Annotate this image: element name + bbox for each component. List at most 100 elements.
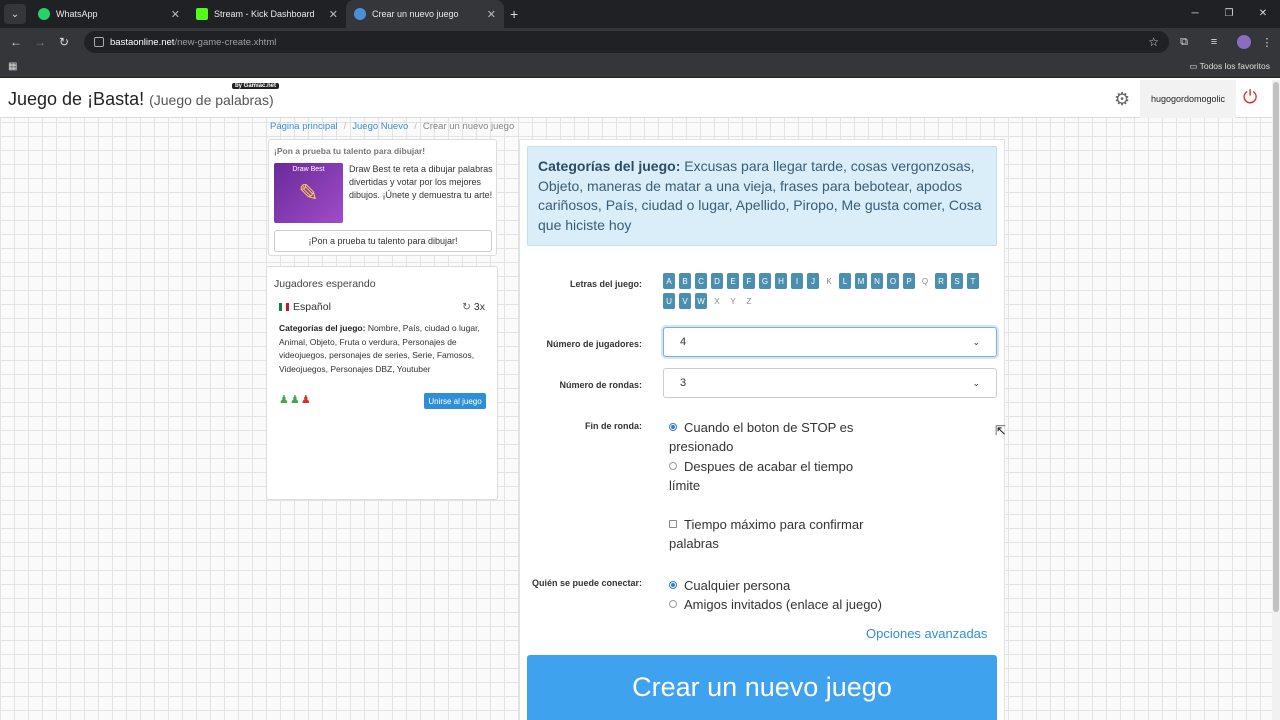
close-tab-icon[interactable]: ✕ [487,8,496,21]
letter-toggle-m[interactable]: M [855,273,867,289]
letter-toggle-h[interactable]: H [775,273,787,289]
rounds-select[interactable]: 3 ⌄ [663,368,997,398]
tab-kick-dashboard[interactable]: Stream - Kick Dashboard ✕ [188,0,346,28]
apps-grid-icon[interactable]: ▦ [8,61,17,72]
letter-toggle-l[interactable]: L [839,273,851,289]
player-joined-icon: ♟ [279,394,289,406]
letter-toggle-n[interactable]: N [871,273,883,289]
round-end-time-option[interactable]: Despues de acabar el tiempo límite [669,457,879,495]
settings-gear-icon[interactable]: ⚙ [1114,89,1130,110]
address-bar[interactable]: bastaonline.net/new-game-create.xhtml ☆ [84,31,1169,53]
restore-icon[interactable]: ❐ [1212,0,1246,28]
scrollbar-thumb[interactable] [1273,82,1279,612]
all-bookmarks-label: Todos los favoritos [1199,61,1270,71]
gamiac-badge[interactable]: by Gamiac.net [232,83,280,89]
radio-unselected[interactable] [669,462,677,470]
round-end-time-text: Despues de acabar el tiempo límite [669,459,854,493]
rounds-value: 3 [680,377,687,389]
letter-toggle-u[interactable]: U [663,293,675,309]
letter-toggle-y[interactable]: Y [727,293,739,309]
pencil-icon: ✎ [298,180,319,207]
letter-toggle-t[interactable]: T [967,273,979,289]
categories-label: Categorías del juego: [538,158,681,174]
profile-avatar[interactable] [1237,35,1251,49]
tab-whatsapp[interactable]: WhatsApp ✕ [30,0,188,28]
game-language: Español [293,301,331,313]
connect-friends-option[interactable]: Amigos invitados (enlace al juego) [669,595,882,614]
letter-toggle-z[interactable]: Z [743,293,755,309]
username: hugogordomogolic [1150,94,1226,104]
draw-best-image[interactable]: Draw Best ✎ [274,163,343,223]
letter-toggle-c[interactable]: C [695,273,707,289]
round-end-stop-text: Cuando el boton de STOP es presionado [669,420,854,454]
user-menu[interactable]: hugogordomogolic [1140,80,1236,118]
waiting-categories: Categorías del juego: Nombre, País, ciud… [279,322,489,376]
join-game-button[interactable]: Unirse al juego [424,393,486,409]
url-path: /new-game-create.xhtml [174,36,277,48]
player-empty-icon: ♟ [300,394,311,406]
radio-selected[interactable] [669,581,677,589]
round-end-stop-option[interactable]: Cuando el boton de STOP es presionado [669,418,879,456]
close-tab-icon[interactable]: ✕ [171,8,180,21]
site-brand[interactable]: Juego de ¡Basta! (Juego de palabras) [8,89,274,110]
waiting-title: Jugadores esperando [274,278,376,290]
letter-toggle-r[interactable]: R [935,273,947,289]
page-viewport: Juego de ¡Basta! (Juego de palabras) by … [0,80,1272,720]
letter-toggle-q[interactable]: Q [919,273,931,289]
letter-toggle-e[interactable]: E [727,273,739,289]
connect-anyone-option[interactable]: Cualquier persona [669,576,790,595]
confirm-time-option[interactable]: Tiempo máximo para confirmar palabras [663,515,888,553]
letter-toggle-i[interactable]: I [791,273,803,289]
letter-toggle-j[interactable]: J [807,273,819,289]
letter-toggle-k[interactable]: K [823,273,835,289]
letter-toggle-w[interactable]: W [695,293,707,309]
minimize-icon[interactable]: ─ [1178,0,1212,28]
letter-toggle-s[interactable]: S [951,273,963,289]
letter-toggle-o[interactable]: O [887,273,899,289]
all-bookmarks[interactable]: ▭ Todos los favoritos [1189,61,1270,72]
radio-selected[interactable] [669,423,677,431]
players-select[interactable]: 4 ⌄ [663,327,997,357]
tab-crear-nuevo-juego[interactable]: Crear un nuevo juego ✕ [346,0,504,28]
players-label: Número de jugadores: [546,339,642,349]
close-tab-icon[interactable]: ✕ [329,8,338,21]
new-tab-icon[interactable]: + [510,6,518,22]
breadcrumb-home[interactable]: Página principal [270,121,338,132]
letter-toggle-b[interactable]: B [679,273,691,289]
reload-icon[interactable]: ↻ [52,35,76,49]
close-window-icon[interactable]: ✕ [1246,0,1280,28]
letter-toggle-d[interactable]: D [711,273,723,289]
advanced-options-link[interactable]: Opciones avanzadas [866,626,987,641]
page-scrollbar[interactable] [1272,80,1280,720]
letter-toggle-f[interactable]: F [743,273,755,289]
browser-menu-icon[interactable]: ⋮ [1259,36,1275,49]
radio-unselected[interactable] [669,600,677,608]
tab-search-button[interactable]: ⌄ [4,4,26,24]
letter-toggle-a[interactable]: A [663,273,675,289]
rounds-label: Número de rondas: [559,380,642,390]
logout-power-icon[interactable]: ⏻ [1243,87,1257,108]
rounds-cycle-icon: ↻ [462,301,471,313]
back-icon[interactable]: ← [4,35,28,49]
breadcrumb-new-game[interactable]: Juego Nuevo [352,121,408,132]
media-controls-icon[interactable]: ≡ [1199,36,1229,48]
breadcrumb: Página principal / Juego Nuevo / Crear un nu… [270,121,515,132]
bookmark-star-icon[interactable]: ☆ [1148,35,1159,49]
site-info-icon[interactable] [94,37,104,47]
letter-toggle-g[interactable]: G [759,273,771,289]
mexico-flag-icon [279,303,289,311]
ad-button[interactable]: ¡Pon a prueba tu talento para dibujar! [274,230,492,252]
letters-grid: ABCDEFGHIJKLMNOPQRST UVWXYZ [663,273,993,309]
forward-icon[interactable]: → [28,35,52,49]
game-categories-box: Categorías del juego: Excusas para llega… [527,146,997,246]
extensions-icon[interactable]: ⧉ [1169,36,1199,49]
brand-title: Juego de ¡Basta! [8,89,145,109]
ad-text: Draw Best te reta a dibujar palabras div… [349,164,493,200]
letter-toggle-x[interactable]: X [711,293,723,309]
letter-toggle-p[interactable]: P [903,273,915,289]
checkbox[interactable] [669,520,677,528]
letter-toggle-v[interactable]: V [679,293,691,309]
create-game-button[interactable]: Crear un nuevo juego [527,655,997,720]
rounds-value: 3x [473,301,485,313]
letters-label: Letras del juego: [569,279,642,289]
